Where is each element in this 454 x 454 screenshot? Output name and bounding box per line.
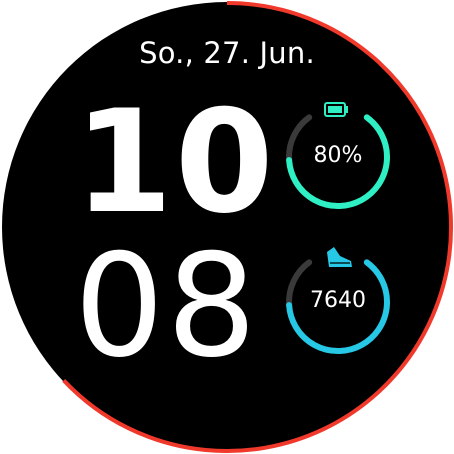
hour-digits: 10 xyxy=(74,80,276,245)
watch-face: So., 27. Jun. 10 08 80% 7640 xyxy=(0,0,454,454)
battery-percent-label: 80% xyxy=(313,143,363,168)
date-label: So., 27. Jun. xyxy=(139,36,315,70)
minute-digits: 08 xyxy=(74,224,259,389)
step-count-label: 7640 xyxy=(310,288,366,313)
